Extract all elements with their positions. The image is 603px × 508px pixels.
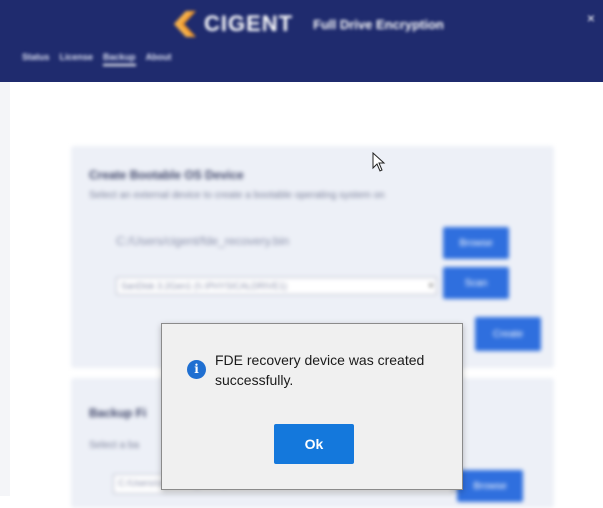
success-dialog: i FDE recovery device was created succes… [161,323,463,490]
mouse-pointer-icon [372,151,386,172]
device-select[interactable]: SanDisk 3.2Gen1 (\\.\PHYSICALDRIVE1) ▾ [116,277,437,295]
backup-browse-button[interactable]: Browse [457,470,523,502]
recovery-path-field[interactable]: C:/Users/cigent/fde_recovery.bin [116,234,289,248]
dialog-message: FDE recovery device was created successf… [215,352,425,388]
backup-card-title: Backup Fi [89,406,147,420]
ok-button[interactable]: Ok [274,424,354,464]
product-name: Full Drive Encryption [313,16,444,32]
device-selected-value: SanDisk 3.2Gen1 (\\.\PHYSICALDRIVE1) [121,281,288,291]
tab-license[interactable]: License [60,52,94,66]
card-subtitle: Select an external device to create a bo… [89,190,385,201]
brand: CIGENT Full Drive Encryption [172,8,444,40]
browse-button[interactable]: Browse [443,227,509,259]
cigent-logo-icon [172,9,198,39]
backup-card-subtitle: Select a ba [89,440,140,451]
close-icon[interactable]: × [583,10,599,26]
app-window: CIGENT Full Drive Encryption × Status Li… [0,0,603,508]
tab-bar: Status License Backup About [22,52,172,66]
chevron-down-icon: ▾ [428,281,433,290]
brand-name: CIGENT [204,11,294,36]
title-bar: CIGENT Full Drive Encryption × Status Li… [0,0,603,82]
info-icon: i [187,360,206,379]
scan-button[interactable]: Scan [443,267,509,299]
tab-about[interactable]: About [146,52,172,66]
card-title: Create Bootable OS Device [89,168,244,182]
create-button[interactable]: Create [475,317,541,351]
tab-status[interactable]: Status [22,52,50,66]
tab-backup[interactable]: Backup [103,52,136,66]
